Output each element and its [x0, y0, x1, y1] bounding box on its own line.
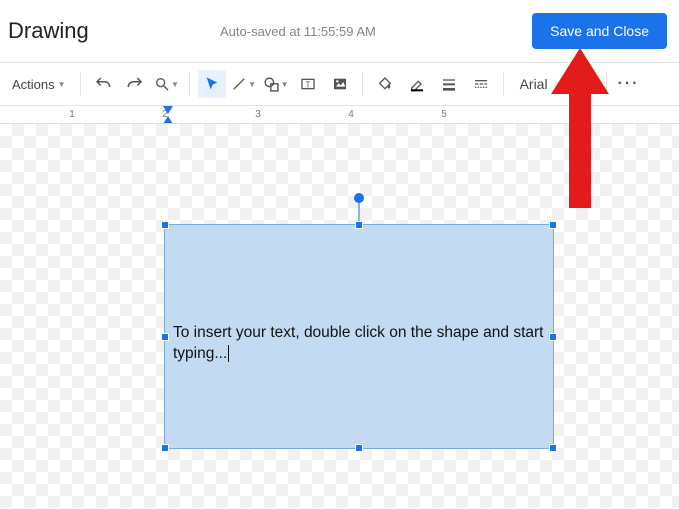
selected-shape[interactable]: To insert your text, double click on the…	[164, 224, 554, 449]
toolbar-divider	[80, 72, 81, 96]
border-weight-button[interactable]	[435, 70, 463, 98]
rotation-handle[interactable]	[354, 193, 364, 203]
resize-handle-n[interactable]	[355, 221, 363, 229]
more-horizontal-icon: ···	[618, 75, 640, 93]
image-icon	[332, 76, 348, 92]
weight-icon	[441, 76, 457, 92]
caret-down-icon: ▼	[248, 80, 256, 89]
shape-text-content[interactable]: To insert your text, double click on the…	[173, 323, 545, 365]
text-caret	[228, 345, 229, 362]
resize-handle-s[interactable]	[355, 444, 363, 452]
undo-icon	[94, 75, 112, 93]
indent-marker-icon[interactable]	[163, 116, 173, 124]
line-tool-button[interactable]: ▼	[230, 70, 258, 98]
caret-down-icon: ▼	[58, 80, 66, 89]
dialog-header: Drawing Auto-saved at 11:55:59 AM Save a…	[0, 0, 679, 62]
select-tool-button[interactable]	[198, 70, 226, 98]
indent-marker-icon[interactable]	[163, 106, 173, 114]
drawing-canvas[interactable]: To insert your text, double click on the…	[0, 124, 679, 509]
fill-color-button[interactable]	[371, 70, 399, 98]
toolbar-divider	[503, 72, 504, 96]
dialog-title: Drawing	[8, 18, 89, 44]
redo-button[interactable]	[121, 70, 149, 98]
dash-icon	[473, 76, 489, 92]
more-options-button[interactable]: ···	[615, 70, 643, 98]
svg-text:T: T	[305, 80, 310, 89]
toolbar: Actions ▼ ▼ ▼ ▼ T	[0, 62, 679, 106]
line-icon	[231, 76, 247, 92]
toolbar-divider	[189, 72, 190, 96]
border-dash-button[interactable]	[467, 70, 495, 98]
textbox-tool-button[interactable]: T	[294, 70, 322, 98]
border-color-button[interactable]	[403, 70, 431, 98]
undo-button[interactable]	[89, 70, 117, 98]
pen-icon	[409, 76, 425, 92]
paint-bucket-icon	[377, 76, 393, 92]
redo-icon	[126, 75, 144, 93]
resize-handle-se[interactable]	[549, 444, 557, 452]
shape-tool-button[interactable]: ▼	[262, 70, 290, 98]
zoom-button[interactable]: ▼	[153, 70, 181, 98]
caret-down-icon: ▼	[590, 80, 598, 89]
resize-handle-ne[interactable]	[549, 221, 557, 229]
ruler-number: 1	[69, 109, 75, 120]
horizontal-ruler[interactable]: 1 2 3 4 5	[0, 106, 679, 124]
resize-handle-w[interactable]	[161, 333, 169, 341]
resize-handle-e[interactable]	[549, 333, 557, 341]
shapes-icon	[263, 76, 280, 93]
zoom-icon	[154, 76, 170, 92]
toolbar-divider	[606, 72, 607, 96]
ruler-number: 5	[441, 109, 447, 120]
image-tool-button[interactable]	[326, 70, 354, 98]
ruler-number: 3	[255, 109, 261, 120]
caret-down-icon: ▼	[171, 80, 179, 89]
font-family-selector[interactable]: Arial	[512, 72, 562, 96]
cursor-icon	[204, 76, 220, 92]
autosave-status: Auto-saved at 11:55:59 AM	[220, 24, 376, 39]
actions-menu-button[interactable]: Actions ▼	[6, 72, 72, 97]
font-family-label: Arial	[520, 76, 548, 92]
resize-handle-nw[interactable]	[161, 221, 169, 229]
actions-menu-label: Actions	[12, 77, 55, 92]
caret-down-icon: ▼	[281, 80, 289, 89]
resize-handle-sw[interactable]	[161, 444, 169, 452]
toolbar-divider	[362, 72, 363, 96]
ruler-number: 4	[348, 109, 354, 120]
save-and-close-button[interactable]: Save and Close	[532, 13, 667, 49]
textbox-icon: T	[300, 76, 316, 92]
